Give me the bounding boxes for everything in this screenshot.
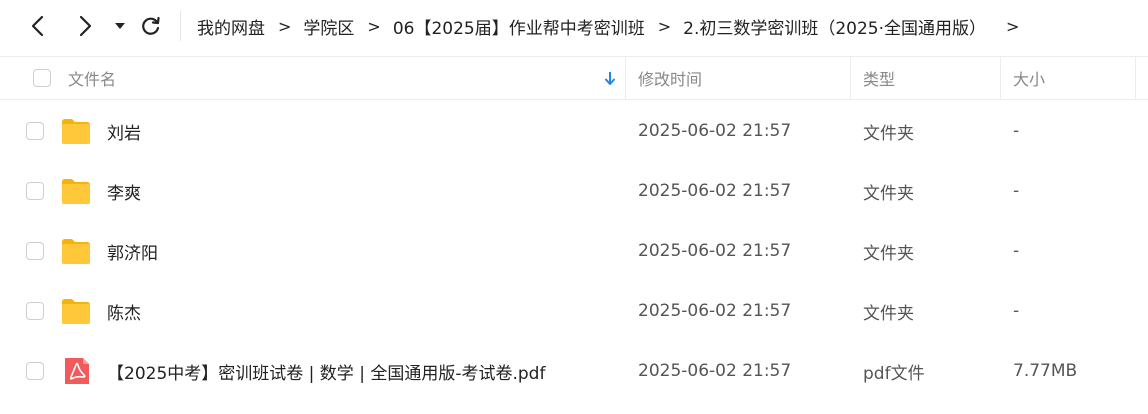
file-name[interactable]: 【2025中考】密训班试卷 | 数学 | 全国通用版-考试卷.pdf — [107, 341, 545, 401]
file-name[interactable]: 郭济阳 — [107, 221, 158, 281]
breadcrumb-separator: > — [367, 16, 381, 36]
column-header-modified[interactable]: 修改时间 — [638, 57, 702, 99]
folder-icon — [62, 179, 90, 204]
file-row[interactable]: 【2025中考】密训班试卷 | 数学 | 全国通用版-考试卷.pdf 2025-… — [0, 341, 1148, 401]
breadcrumb-separator: > — [657, 16, 672, 36]
file-type: 文件夹 — [863, 123, 914, 144]
breadcrumb-item-course[interactable]: 06【2025届】作业帮中考密训班 — [393, 14, 645, 39]
back-button[interactable] — [22, 10, 54, 42]
column-divider[interactable] — [625, 57, 626, 99]
breadcrumb-item-current[interactable]: 2.初三数学密训班（2025·全国通用版） — [683, 14, 986, 39]
file-modified: 2025-06-02 21:57 — [638, 241, 792, 261]
file-name[interactable]: 李爽 — [107, 161, 141, 221]
breadcrumb-item-academy[interactable]: 学院区 — [303, 14, 354, 39]
row-checkbox[interactable] — [26, 122, 44, 140]
breadcrumb-separator: > — [278, 16, 292, 36]
file-size: 7.77MB — [1013, 361, 1078, 381]
file-list-header: 文件名 修改时间 类型 大小 — [0, 56, 1148, 100]
file-modified: 2025-06-02 21:57 — [638, 301, 792, 321]
column-divider[interactable] — [850, 57, 851, 99]
file-size: - — [1013, 301, 1020, 321]
pdf-icon — [65, 358, 89, 384]
row-checkbox[interactable] — [26, 182, 44, 200]
file-type: pdf文件 — [863, 363, 925, 384]
breadcrumb-expand[interactable]: > — [1006, 17, 1019, 36]
file-modified: 2025-06-02 21:57 — [638, 181, 792, 201]
breadcrumb: 我的网盘 > 学院区 > 06【2025届】作业帮中考密训班 > 2.初三数学密… — [197, 0, 1031, 52]
row-checkbox[interactable] — [26, 362, 44, 380]
caret-down-icon — [115, 23, 125, 29]
file-row[interactable]: 李爽 2025-06-02 21:57 文件夹 - — [0, 161, 1148, 221]
toolbar: 我的网盘 > 学院区 > 06【2025届】作业帮中考密训班 > 2.初三数学密… — [0, 0, 1148, 52]
column-header-size[interactable]: 大小 — [1013, 57, 1045, 99]
file-size: - — [1013, 241, 1020, 261]
chevron-right-icon — [79, 15, 92, 37]
file-row[interactable]: 刘岩 2025-06-02 21:57 文件夹 - — [0, 101, 1148, 161]
file-row[interactable]: 郭济阳 2025-06-02 21:57 文件夹 - — [0, 221, 1148, 281]
forward-button[interactable] — [69, 10, 101, 42]
folder-icon — [62, 299, 90, 324]
column-header-name[interactable]: 文件名 — [68, 57, 116, 99]
column-divider[interactable] — [1135, 57, 1136, 99]
folder-icon — [62, 239, 90, 264]
file-row[interactable]: 陈杰 2025-06-02 21:57 文件夹 - — [0, 281, 1148, 341]
file-size: - — [1013, 181, 1020, 201]
sort-descending-icon[interactable] — [604, 71, 616, 86]
row-checkbox[interactable] — [26, 242, 44, 260]
refresh-icon — [142, 16, 160, 35]
file-modified: 2025-06-02 21:57 — [638, 361, 792, 381]
select-all-checkbox[interactable] — [33, 69, 51, 87]
breadcrumb-item-root[interactable]: 我的网盘 — [197, 14, 265, 39]
file-size: - — [1013, 121, 1020, 141]
file-type: 文件夹 — [863, 183, 914, 204]
toolbar-divider — [180, 11, 181, 41]
row-checkbox[interactable] — [26, 302, 44, 320]
file-type: 文件夹 — [863, 303, 914, 324]
column-header-type[interactable]: 类型 — [863, 57, 895, 99]
column-divider[interactable] — [1000, 57, 1001, 99]
folder-icon — [62, 119, 90, 144]
file-name[interactable]: 刘岩 — [107, 101, 141, 161]
file-type: 文件夹 — [863, 243, 914, 264]
refresh-button[interactable] — [135, 10, 167, 42]
chevron-left-icon — [31, 15, 44, 37]
file-name[interactable]: 陈杰 — [107, 281, 141, 341]
file-modified: 2025-06-02 21:57 — [638, 121, 792, 141]
history-dropdown-button[interactable] — [104, 10, 136, 42]
